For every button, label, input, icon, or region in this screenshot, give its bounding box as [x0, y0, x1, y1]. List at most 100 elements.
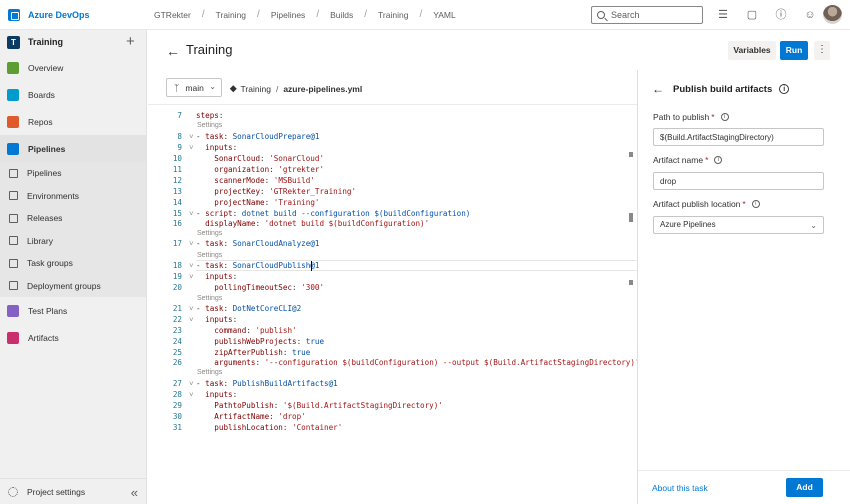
add-icon[interactable]: + [126, 33, 135, 50]
code-line[interactable]: 31 publishLocation: 'Container' [148, 423, 637, 433]
code-line[interactable]: 27 ˅ - task: PublishBuildArtifacts@1 [148, 379, 637, 389]
collapse-sidebar-icon[interactable]: « [131, 485, 138, 500]
code-line[interactable]: 29 PathtoPublish: '$(Build.ArtifactStagi… [148, 401, 637, 411]
code-line[interactable]: 26 arguments: '--configuration $(buildCo… [148, 358, 637, 368]
fold-icon[interactable]: ˅ [189, 132, 194, 142]
code-line[interactable]: 18 ˅ - task: SonarCloudPublish@1 [148, 261, 637, 271]
code-line[interactable]: 19 ˅ inputs: [148, 272, 637, 282]
code-line[interactable]: 7 steps: [148, 111, 637, 121]
azure-devops-logo[interactable]: Azure DevOps [0, 0, 147, 29]
fold-icon[interactable]: ˅ [189, 390, 194, 400]
help-icon[interactable]: ⓘ [774, 8, 788, 22]
boards-icon [7, 88, 19, 101]
code-line[interactable]: 23 command: 'publish' [148, 326, 637, 336]
branch-selector[interactable]: ᛉ main ⌄ [166, 78, 222, 97]
breadcrumb-project[interactable]: Training [216, 10, 246, 20]
settings-codelens[interactable]: Settings [197, 230, 222, 237]
sidebar-subitem-task-groups[interactable]: Task groups [0, 252, 146, 275]
line-number: 16 [172, 219, 182, 228]
breadcrumb-separator: / [316, 9, 320, 20]
list-icon[interactable]: ☰ [716, 8, 730, 22]
code-line[interactable]: 30 ArtifactName: 'drop' [148, 412, 637, 422]
back-arrow-icon[interactable]: ← [166, 43, 180, 59]
code-line[interactable]: 8 ˅ - task: SonarCloudPrepare@1 [148, 132, 637, 142]
fold-icon[interactable]: ˅ [189, 143, 194, 153]
about-task-link[interactable]: About this task [652, 483, 708, 493]
fold-icon[interactable]: ˅ [189, 239, 194, 249]
code-line[interactable]: 14 projectName: 'Training' [148, 198, 637, 208]
settings-codelens[interactable]: Settings [197, 122, 222, 129]
sidebar-subitem-library[interactable]: Library [0, 229, 146, 252]
sidebar-subitem-deployment-groups[interactable]: Deployment groups [0, 274, 146, 297]
code-line[interactable]: 21 ˅ - task: DotNetCoreCLI@2 [148, 304, 637, 314]
breadcrumb-yaml[interactable]: YAML [433, 10, 456, 20]
artifact-name-input[interactable] [653, 172, 824, 190]
sidebar-item-artifacts[interactable]: Artifacts [0, 324, 146, 351]
code-line[interactable]: 20 pollingTimeoutSec: '300' [148, 283, 637, 293]
editor-toolbar: ᛉ main ⌄ ◆ Training / azure-pipelines.ym… [148, 74, 637, 104]
sidebar-item-boards[interactable]: Boards [0, 81, 146, 108]
fold-icon[interactable]: ˅ [189, 304, 194, 314]
fold-icon[interactable]: ˅ [189, 272, 194, 282]
breadcrumb-org[interactable]: GTRekter [154, 10, 191, 20]
code-line[interactable]: 12 scannerMode: 'MSBuild' [148, 176, 637, 186]
user-settings-icon[interactable]: ☺ [803, 8, 817, 22]
code-line[interactable]: 11 organization: 'gtrekter' [148, 165, 637, 175]
run-button[interactable]: Run [780, 41, 808, 60]
breadcrumb-builds[interactable]: Builds [330, 10, 353, 20]
sidebar-item-repos[interactable]: Repos [0, 108, 146, 135]
task-groups-icon [9, 258, 18, 268]
add-button[interactable]: Add [786, 478, 823, 497]
info-icon[interactable]: i [779, 84, 790, 94]
breadcrumb-pipelines[interactable]: Pipelines [271, 10, 306, 20]
fold-icon[interactable]: ˅ [189, 379, 194, 389]
info-icon[interactable]: i [751, 200, 760, 208]
code-line[interactable]: 25 zipAfterPublish: true [148, 348, 637, 358]
text-caret [311, 261, 312, 271]
back-arrow-icon[interactable]: ← [652, 82, 664, 96]
project-header[interactable]: T Training + [0, 30, 146, 54]
publish-location-select[interactable]: Azure Pipelines ⌄ [653, 216, 824, 234]
sidebar-item-label: Artifacts [28, 332, 59, 343]
task-panel: ← Publish build artifacts i Path to publ… [637, 70, 850, 504]
sidebar-item-overview[interactable]: Overview [0, 54, 146, 81]
variables-button[interactable]: Variables [728, 41, 776, 60]
code-line[interactable]: 15 ˅ - script: dotnet build --configuratio… [148, 209, 637, 219]
more-options-icon[interactable]: ⋮ [814, 41, 830, 60]
breadcrumb-separator: / [419, 9, 423, 20]
sidebar-item-test-plans[interactable]: Test Plans [0, 297, 146, 324]
path-to-publish-input[interactable] [653, 128, 824, 146]
code-text: publishWebProjects: true [214, 337, 325, 346]
project-settings[interactable]: Project settings « [0, 478, 147, 504]
info-icon[interactable]: i [714, 156, 723, 164]
sidebar-subitem-pipelines[interactable]: Pipelines [0, 162, 146, 185]
code-text: - task: SonarCloudPrepare@1 [196, 132, 320, 141]
sidebar-item-pipelines[interactable]: Pipelines [0, 135, 146, 162]
search-box[interactable]: Search [591, 6, 703, 24]
code-line[interactable]: 22 ˅ inputs: [148, 315, 637, 325]
settings-codelens[interactable]: Settings [197, 252, 222, 259]
repo-name[interactable]: Training [241, 84, 271, 94]
code-line[interactable]: 9 ˅ inputs: [148, 143, 637, 153]
code-line[interactable]: 13 projectKey: 'GTRekter_Training' [148, 187, 637, 197]
sidebar-subitem-releases[interactable]: Releases [0, 207, 146, 230]
fold-icon[interactable]: ˅ [189, 261, 194, 271]
azure-devops-icon [8, 8, 20, 21]
avatar[interactable] [823, 5, 842, 24]
marketplace-bag-icon[interactable]: ▢ [745, 8, 759, 22]
sidebar-subitem-label: Environments [27, 190, 79, 201]
info-icon[interactable]: i [720, 113, 729, 121]
settings-codelens[interactable]: Settings [197, 295, 222, 302]
scrollbar-marker [629, 280, 633, 285]
code-line[interactable]: 24 publishWebProjects: true [148, 337, 637, 347]
sidebar-subitem-environments[interactable]: Environments [0, 184, 146, 207]
code-line[interactable]: 10 SonarCloud: 'SonarCloud' [148, 154, 637, 164]
fold-icon[interactable]: ˅ [189, 315, 194, 325]
code-editor[interactable]: 7 steps: Settings 8 ˅ - task: SonarCloudPrepa… [148, 104, 637, 504]
settings-codelens[interactable]: Settings [197, 369, 222, 376]
code-line[interactable]: 28 ˅ inputs: [148, 390, 637, 400]
fold-icon[interactable]: ˅ [189, 209, 194, 219]
breadcrumb-pipeline[interactable]: Training [378, 10, 408, 20]
code-line[interactable]: 17 ˅ - task: SonarCloudAnalyze@1 [148, 239, 637, 249]
code-line[interactable]: 16 displayName: 'dotnet build $(buildCon… [148, 219, 637, 229]
